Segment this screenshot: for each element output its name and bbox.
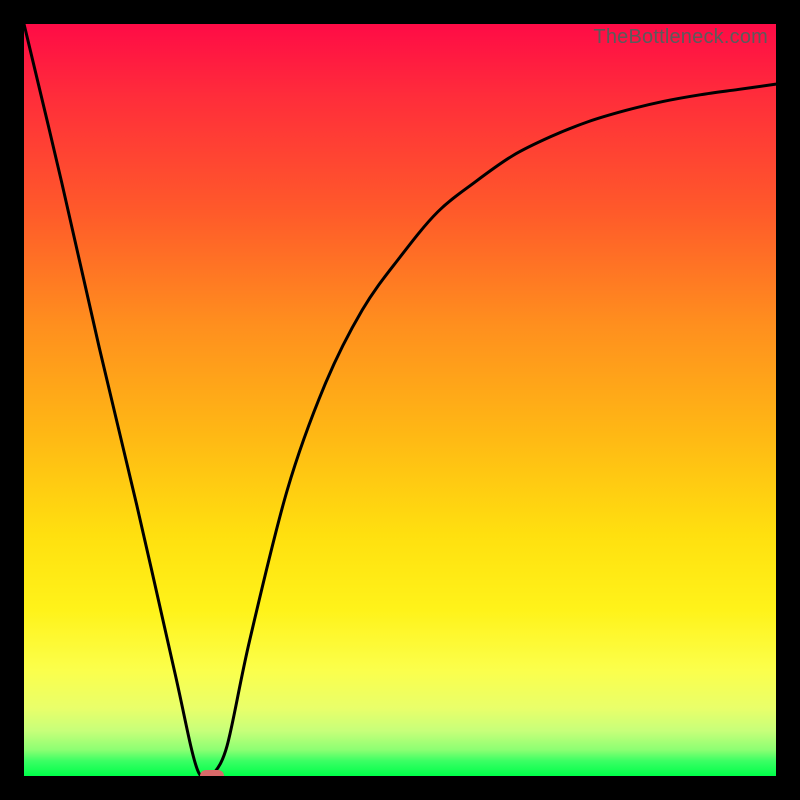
chart-frame: TheBottleneck.com — [0, 0, 800, 800]
plot-area: TheBottleneck.com — [24, 24, 776, 776]
optimal-point-marker — [200, 770, 224, 776]
bottleneck-curve — [24, 24, 776, 776]
attribution-watermark: TheBottleneck.com — [593, 26, 768, 49]
